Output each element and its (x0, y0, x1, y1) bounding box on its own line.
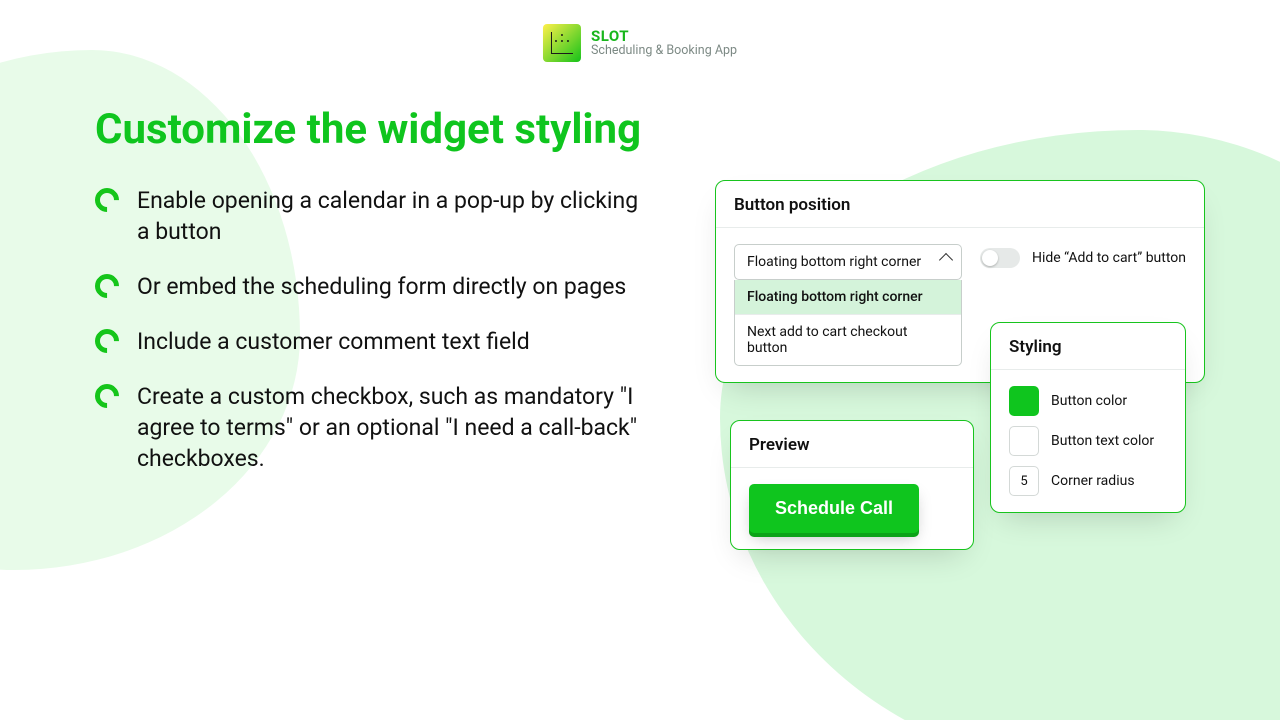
bullet-icon (90, 379, 124, 413)
list-item: Create a custom checkbox, such as mandat… (95, 381, 655, 474)
list-item-text: Or embed the scheduling form directly on… (137, 271, 626, 302)
brand: SLOT Scheduling & Booking App (543, 24, 737, 62)
list-item: Enable opening a calendar in a pop-up by… (95, 185, 655, 247)
button-position-options: Floating bottom right corner Next add to… (734, 280, 962, 366)
style-label: Button text color (1051, 433, 1154, 449)
select-option[interactable]: Next add to cart checkout button (735, 314, 961, 365)
card-title: Button position (716, 181, 1204, 227)
select-value: Floating bottom right corner (747, 254, 921, 270)
toggle-label: Hide “Add to cart” button (1032, 250, 1186, 266)
style-label: Button color (1051, 393, 1127, 409)
button-text-color-swatch[interactable] (1009, 426, 1039, 456)
corner-radius-input[interactable]: 5 (1009, 466, 1039, 496)
page-title: Customize the widget styling (95, 105, 641, 154)
list-item: Include a customer comment text field (95, 326, 655, 357)
toggle-knob (982, 250, 998, 266)
brand-tagline: Scheduling & Booking App (591, 44, 737, 58)
card-title: Styling (991, 323, 1185, 369)
list-item-text: Include a customer comment text field (137, 326, 530, 357)
list-item-text: Create a custom checkbox, such as mandat… (137, 381, 655, 474)
brand-name: SLOT (591, 28, 737, 45)
bullet-icon (90, 183, 124, 217)
preview-card: Preview Schedule Call (730, 420, 974, 550)
schedule-call-button[interactable]: Schedule Call (749, 484, 919, 533)
style-label: Corner radius (1051, 473, 1135, 489)
select-option[interactable]: Floating bottom right corner (735, 280, 961, 314)
brand-logo-icon (543, 24, 581, 62)
bullet-icon (90, 324, 124, 358)
list-item-text: Enable opening a calendar in a pop-up by… (137, 185, 655, 247)
hide-add-to-cart-toggle[interactable] (980, 248, 1020, 268)
bullet-icon (90, 269, 124, 303)
list-item: Or embed the scheduling form directly on… (95, 271, 655, 302)
corner-radius-value: 5 (1020, 474, 1027, 489)
styling-card: Styling Button color Button text color 5… (990, 322, 1186, 513)
feature-list: Enable opening a calendar in a pop-up by… (95, 185, 655, 498)
button-position-select[interactable]: Floating bottom right corner (734, 244, 962, 280)
card-title: Preview (731, 421, 973, 467)
button-color-swatch[interactable] (1009, 386, 1039, 416)
